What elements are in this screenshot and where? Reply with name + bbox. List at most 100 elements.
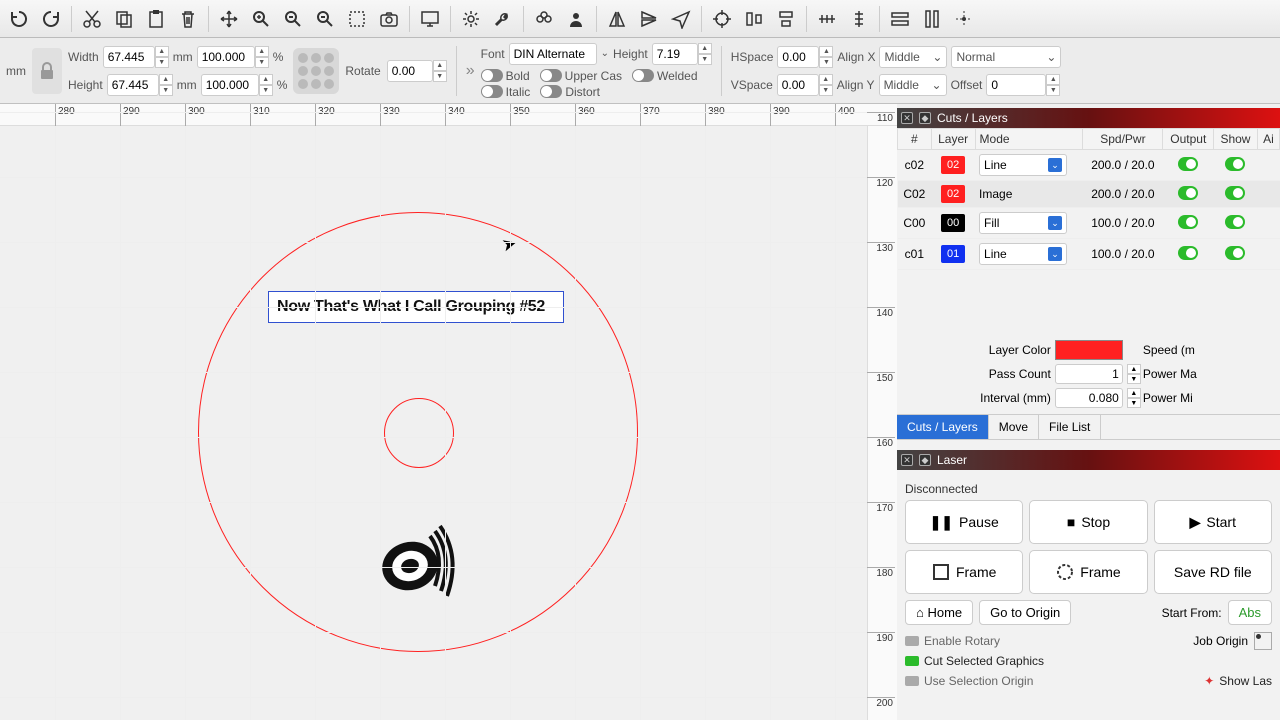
dist-h-icon[interactable] (812, 4, 842, 34)
zoom-in-icon[interactable] (278, 4, 308, 34)
anchor-grid[interactable] (293, 48, 339, 94)
layer-color-swatch[interactable] (1055, 340, 1123, 360)
undo-icon[interactable] (4, 4, 34, 34)
collapse-icon[interactable]: ◆ (919, 454, 931, 466)
interval-input[interactable] (1055, 388, 1123, 408)
ruler-horizontal: 280290300310320330340350360370380390400 (0, 104, 897, 126)
height-input[interactable] (107, 74, 159, 96)
start-from-select[interactable]: Abs (1228, 600, 1272, 625)
hspace-input[interactable] (777, 46, 819, 68)
delete-icon[interactable] (173, 4, 203, 34)
upper-toggle[interactable]: Upper Cas (540, 69, 622, 83)
show-toggle[interactable] (1225, 157, 1245, 171)
table-row[interactable]: C00 00 Fill⌄ 100.0 / 20.0 (898, 208, 1280, 239)
show-toggle[interactable] (1225, 215, 1245, 229)
frame-round-button[interactable]: Frame (1029, 550, 1147, 594)
gear-icon[interactable] (456, 4, 486, 34)
zoom-region-icon[interactable] (342, 4, 372, 34)
close-icon[interactable]: ✕ (901, 454, 913, 466)
use-selection-origin-toggle[interactable]: Use Selection Origin (905, 671, 1033, 691)
paste-icon[interactable] (141, 4, 171, 34)
send-icon[interactable] (666, 4, 696, 34)
font-input[interactable] (509, 43, 597, 65)
mirror-v-icon[interactable] (634, 4, 664, 34)
rotate-input[interactable] (387, 60, 433, 82)
collapse-icon[interactable]: ◆ (919, 112, 931, 124)
zoom-out-icon[interactable] (310, 4, 340, 34)
align-h-icon[interactable] (739, 4, 769, 34)
cuts-panel-header[interactable]: ✕ ◆ Cuts / Layers (897, 108, 1280, 128)
inner-circle[interactable] (384, 398, 454, 468)
cut-icon[interactable] (77, 4, 107, 34)
tab-filelist[interactable]: File List (1039, 415, 1101, 439)
height-label: Height (68, 78, 103, 92)
table-row[interactable]: c01 01 Line⌄ 100.0 / 20.0 (898, 239, 1280, 270)
job-origin-grid[interactable] (1254, 632, 1272, 650)
mode-select[interactable]: Fill⌄ (979, 212, 1067, 234)
distort-toggle[interactable]: Distort (540, 85, 600, 99)
speaker-icon[interactable] (375, 516, 465, 606)
mirror-h-icon[interactable] (602, 4, 632, 34)
bold-toggle[interactable]: Bold (481, 69, 530, 83)
design-canvas[interactable]: Now That's What I Call Grouping #52 ➤ (0, 126, 867, 720)
wrench-icon[interactable] (488, 4, 518, 34)
pause-button[interactable]: ❚❚Pause (905, 500, 1023, 544)
target-icon[interactable] (707, 4, 737, 34)
rotate-label: Rotate (345, 64, 380, 78)
aligny-select[interactable]: Middle⌄ (879, 74, 947, 96)
stop-button[interactable]: ■Stop (1029, 500, 1147, 544)
redo-icon[interactable] (36, 4, 66, 34)
pan-icon[interactable] (214, 4, 244, 34)
width-input[interactable] (103, 46, 155, 68)
font-dropdown-icon[interactable]: ⌄ (601, 48, 609, 59)
offset-input[interactable] (986, 74, 1046, 96)
tab-move[interactable]: Move (989, 415, 1039, 439)
welded-toggle[interactable]: Welded (632, 69, 697, 83)
output-toggle[interactable] (1178, 246, 1198, 260)
goto-origin-button[interactable]: Go to Origin (979, 600, 1071, 625)
cut-selected-toggle[interactable]: Cut Selected Graphics (905, 651, 1272, 671)
italic-toggle[interactable]: Italic (481, 85, 531, 99)
frame-rect-button[interactable]: Frame (905, 550, 1023, 594)
alignx-select[interactable]: Middle⌄ (879, 46, 947, 68)
lock-aspect-icon[interactable] (32, 48, 62, 94)
close-icon[interactable]: ✕ (901, 112, 913, 124)
home-button[interactable]: ⌂ Home (905, 600, 973, 625)
output-toggle[interactable] (1178, 157, 1198, 171)
height-pct-input[interactable] (201, 74, 259, 96)
dist-v-icon[interactable] (844, 4, 874, 34)
show-laser-toggle[interactable]: ✦Show Las (1204, 671, 1272, 691)
align-v-icon[interactable] (771, 4, 801, 34)
user-icon[interactable] (561, 4, 591, 34)
start-button[interactable]: ▶Start (1154, 500, 1272, 544)
font-height-input[interactable] (652, 43, 698, 65)
table-row[interactable]: c02 02 Line⌄ 200.0 / 20.0 (898, 150, 1280, 181)
show-toggle[interactable] (1225, 186, 1245, 200)
pass-count-input[interactable] (1055, 364, 1123, 384)
arrange-2-icon[interactable] (917, 4, 947, 34)
width-stepper[interactable]: ▲▼ (155, 46, 169, 68)
arrange-3-icon[interactable] (949, 4, 979, 34)
mode-select[interactable]: Line⌄ (979, 154, 1067, 176)
tab-cuts[interactable]: Cuts / Layers (897, 415, 989, 439)
mode-select[interactable]: Line⌄ (979, 243, 1067, 265)
vspace-input[interactable] (777, 74, 819, 96)
monitor-icon[interactable] (415, 4, 445, 34)
show-toggle[interactable] (1225, 246, 1245, 260)
layer-properties: Layer Color Speed (m Pass Count ▲▼ Power… (897, 334, 1280, 414)
save-rd-button[interactable]: Save RD file (1154, 550, 1272, 594)
copy-icon[interactable] (109, 4, 139, 34)
output-toggle[interactable] (1178, 186, 1198, 200)
zoom-fit-icon[interactable] (246, 4, 276, 34)
width-pct-input[interactable] (197, 46, 255, 68)
more-icon[interactable]: » (466, 62, 475, 80)
panel-tabs: Cuts / Layers Move File List (897, 414, 1280, 440)
group-icon[interactable] (529, 4, 559, 34)
enable-rotary-toggle[interactable]: Enable Rotary (905, 631, 1000, 651)
camera-icon[interactable] (374, 4, 404, 34)
output-toggle[interactable] (1178, 215, 1198, 229)
table-row[interactable]: C02 02 Image 200.0 / 20.0 (898, 181, 1280, 208)
laser-panel-header[interactable]: ✕ ◆ Laser (897, 450, 1280, 470)
arrange-1-icon[interactable] (885, 4, 915, 34)
curve-select[interactable]: Normal⌄ (951, 46, 1061, 68)
